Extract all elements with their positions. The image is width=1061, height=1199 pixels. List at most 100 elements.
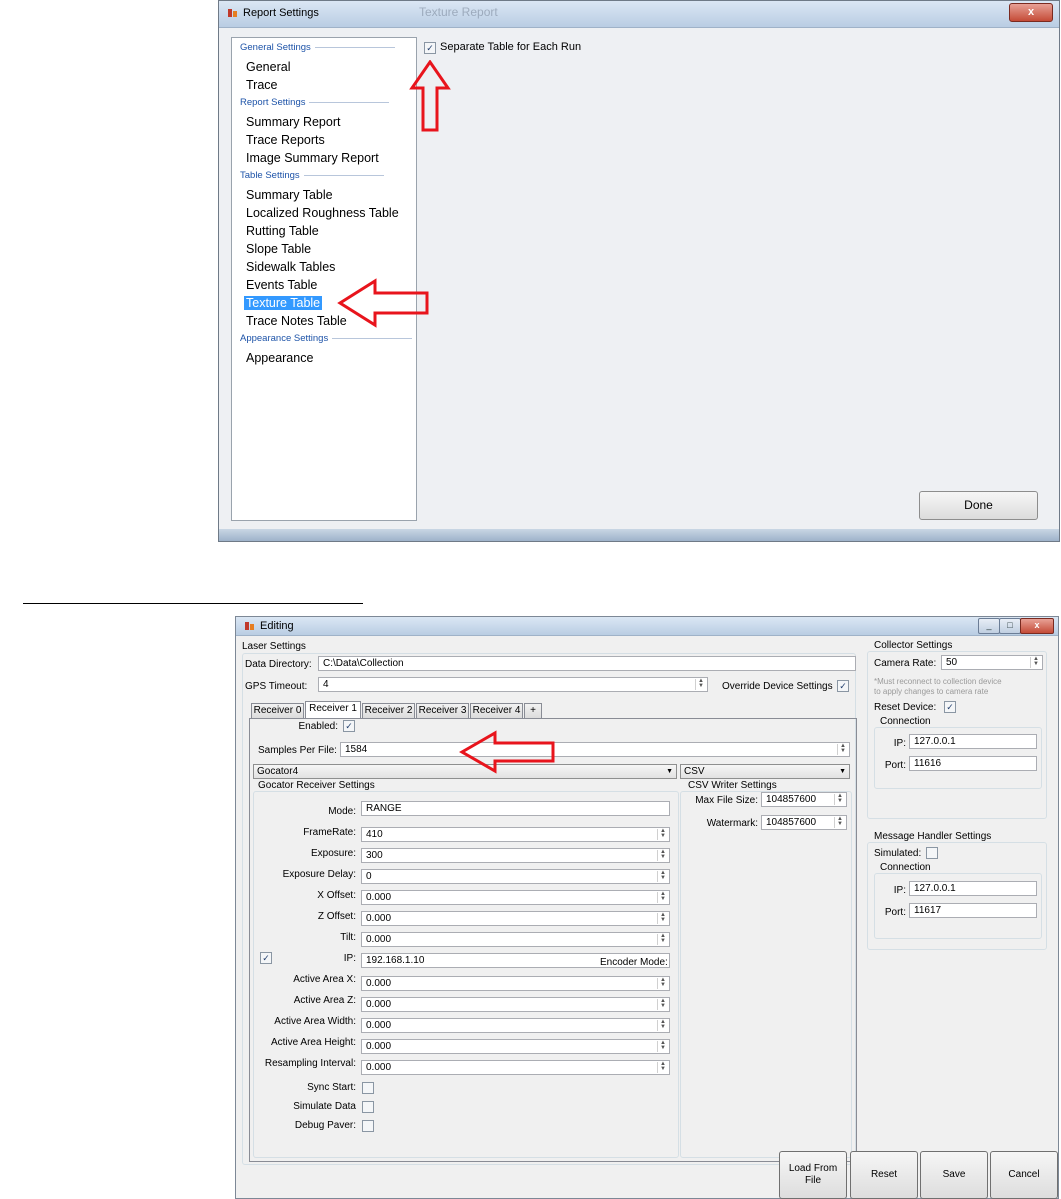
cancel-label: Cancel (1008, 1169, 1040, 1180)
encoder-checkbox[interactable]: ✓ (260, 952, 272, 964)
gocator-framerate-input[interactable]: 410 ▲ ▼ (361, 827, 670, 842)
watermark-input[interactable]: 104857600 ▲ ▼ (761, 815, 847, 830)
data-directory-value: C:\Data\Collection (323, 658, 404, 669)
spin-arrows-icon[interactable]: ▲ ▼ (657, 912, 668, 924)
spin-arrows-icon[interactable]: ▲ ▼ (657, 977, 668, 989)
nav-header-general-settings: General Settings (240, 42, 395, 53)
override-device-settings-label: Override Device Settings (722, 681, 833, 692)
nav-item-trace[interactable]: Trace (246, 78, 278, 92)
reset-button[interactable]: Reset (850, 1151, 918, 1199)
nav-item-events-table[interactable]: Events Table (246, 278, 317, 292)
spin-arrows-icon[interactable]: ▲ ▼ (695, 678, 706, 690)
gocator-tilt-input[interactable]: 0.000 ▲ ▼ (361, 932, 670, 947)
spin-arrows-icon[interactable]: ▲ ▼ (837, 743, 848, 755)
gocator-z-offset-input[interactable]: 0.000 ▲ ▼ (361, 911, 670, 926)
simulated-label: Simulated: (874, 848, 922, 859)
tab-add-receiver[interactable]: + (524, 703, 542, 718)
gocator-mode-label: Mode: (328, 806, 356, 817)
debug-paver-checkbox[interactable] (362, 1120, 374, 1132)
active-area-z-input[interactable]: 0.000 ▲ ▼ (361, 997, 670, 1012)
tab-receiver-0[interactable]: Receiver 0 (251, 703, 304, 718)
tab-receiver-4[interactable]: Receiver 4 (470, 703, 523, 718)
cancel-button[interactable]: Cancel (990, 1151, 1058, 1199)
done-button[interactable]: Done (919, 491, 1038, 520)
reset-device-label: Reset Device: (874, 702, 937, 713)
reset-device-checkbox[interactable]: ✓ (944, 701, 956, 713)
active-area-height-input[interactable]: 0.000 ▲ ▼ (361, 1039, 670, 1054)
nav-item-localized-roughness-table[interactable]: Localized Roughness Table (246, 206, 399, 220)
chevron-down-icon: ▼ (839, 768, 846, 775)
collector-ip-label: IP: (893, 738, 906, 749)
tab-label: Receiver 0 (253, 705, 302, 716)
active-area-x-input[interactable]: 0.000 ▲ ▼ (361, 976, 670, 991)
annotation-arrow-left-icon (337, 278, 429, 328)
active-area-width-input[interactable]: 0.000 ▲ ▼ (361, 1018, 670, 1033)
maximize-button[interactable]: □ (999, 618, 1021, 634)
spin-arrows-icon[interactable]: ▲ ▼ (657, 828, 668, 840)
gocator-exposure-delay-input[interactable]: 0 ▲ ▼ (361, 869, 670, 884)
spin-arrows-icon[interactable]: ▲ ▼ (657, 891, 668, 903)
enabled-checkbox[interactable]: ✓ (343, 720, 355, 732)
nav-item-slope-table[interactable]: Slope Table (246, 242, 311, 256)
collector-port-input[interactable]: 11616 (909, 756, 1037, 771)
max-file-size-input[interactable]: 104857600 ▲ ▼ (761, 792, 847, 807)
spin-arrows-icon[interactable]: ▲ ▼ (657, 1040, 668, 1052)
separate-table-checkbox[interactable]: ✓ (424, 42, 436, 54)
nav-item-trace-notes-table[interactable]: Trace Notes Table (246, 314, 347, 328)
active-area-x-label: Active Area X: (293, 974, 356, 985)
camera-rate-note-1: *Must reconnect to collection device (874, 677, 1002, 686)
nav-item-general[interactable]: General (246, 60, 290, 74)
tab-label: Receiver 3 (418, 705, 467, 716)
spin-arrows-icon[interactable]: ▲ ▼ (657, 870, 668, 882)
samples-per-file-value: 1584 (345, 744, 368, 755)
spin-arrows-icon[interactable]: ▲ ▼ (834, 816, 845, 828)
nav-item-rutting-table[interactable]: Rutting Table (246, 224, 319, 238)
spin-arrows-icon[interactable]: ▲ ▼ (834, 793, 845, 805)
field-value: 0.000 (366, 999, 392, 1010)
save-button[interactable]: Save (920, 1151, 988, 1199)
field-value: 0 (366, 871, 372, 882)
spin-arrows-icon[interactable]: ▲ ▼ (657, 933, 668, 945)
spin-arrows-icon[interactable]: ▲ ▼ (657, 849, 668, 861)
nav-item-image-summary-report[interactable]: Image Summary Report (246, 151, 379, 165)
watermark-label: Watermark: (706, 818, 758, 829)
nav-item-sidewalk-tables[interactable]: Sidewalk Tables (246, 260, 335, 274)
spin-arrows-icon[interactable]: ▲ ▼ (657, 1061, 668, 1073)
minimize-icon: _ (986, 620, 992, 630)
camera-rate-input[interactable]: 50 ▲ ▼ (941, 655, 1043, 670)
gocator-x-offset-input[interactable]: 0.000 ▲ ▼ (361, 890, 670, 905)
handler-ip-input[interactable]: 127.0.0.1 (909, 881, 1037, 896)
spin-arrows-icon[interactable]: ▲ ▼ (657, 998, 668, 1010)
nav-item-trace-reports[interactable]: Trace Reports (246, 133, 325, 147)
gocator-z-offset-label: Z Offset: (317, 911, 356, 922)
spin-arrows-icon[interactable]: ▲ ▼ (657, 1019, 668, 1031)
nav-item-texture-table[interactable]: Texture Table (244, 296, 323, 310)
close-button[interactable]: x (1020, 618, 1054, 634)
override-device-settings-checkbox[interactable]: ✓ (837, 680, 849, 692)
gocator-exposure-input[interactable]: 300 ▲ ▼ (361, 848, 670, 863)
spin-arrows-icon[interactable]: ▲ ▼ (1030, 656, 1041, 668)
tab-receiver-2[interactable]: Receiver 2 (362, 703, 415, 718)
load-from-file-button[interactable]: Load From File (779, 1151, 847, 1199)
app-icon (228, 9, 237, 17)
field-value: 300 (366, 850, 383, 861)
handler-port-input[interactable]: 11617 (909, 903, 1037, 918)
minimize-button[interactable]: _ (978, 618, 1000, 634)
handler-ip-label: IP: (893, 885, 906, 896)
nav-item-summary-report[interactable]: Summary Report (246, 115, 340, 129)
writer-type-select[interactable]: CSV ▼ (680, 764, 850, 779)
data-directory-input[interactable]: C:\Data\Collection (318, 656, 856, 671)
nav-item-appearance[interactable]: Appearance (246, 351, 313, 365)
gocator-mode-input[interactable]: RANGE (361, 801, 670, 816)
tab-receiver-3[interactable]: Receiver 3 (416, 703, 469, 718)
resampling-interval-input[interactable]: 0.000 ▲ ▼ (361, 1060, 670, 1075)
simulated-checkbox[interactable] (926, 847, 938, 859)
tab-receiver-1[interactable]: Receiver 1 (305, 701, 361, 718)
samples-per-file-input[interactable]: 1584 ▲ ▼ (340, 742, 850, 757)
collector-ip-input[interactable]: 127.0.0.1 (909, 734, 1037, 749)
sync-start-checkbox[interactable] (362, 1082, 374, 1094)
gps-timeout-input[interactable]: 4 ▲ ▼ (318, 677, 708, 692)
close-button[interactable]: x (1009, 3, 1053, 22)
nav-item-summary-table[interactable]: Summary Table (246, 188, 333, 202)
simulate-data-checkbox[interactable] (362, 1101, 374, 1113)
